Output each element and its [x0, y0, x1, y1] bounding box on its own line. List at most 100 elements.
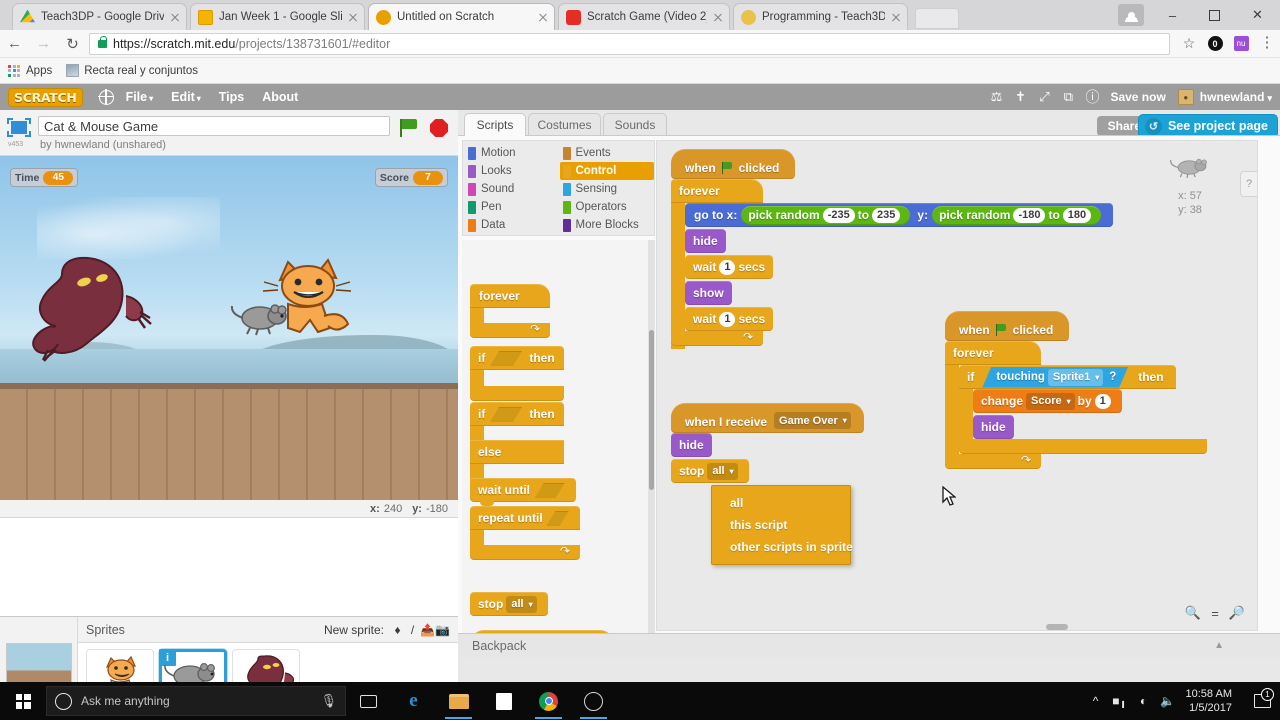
browser-tab-3[interactable]: Scratch Game (Video 2) [558, 3, 730, 30]
help-icon[interactable]: ⓘ [1080, 87, 1104, 107]
palette-scrollbar[interactable] [648, 240, 655, 652]
variable-monitor-score[interactable]: Score 7 [374, 168, 448, 187]
volume-icon[interactable]: 🔈 [1156, 694, 1180, 708]
wait-block-1[interactable]: wait 1 secs [685, 255, 774, 279]
stop-menu-option-this-script[interactable]: this script [712, 514, 850, 536]
palette-category-data[interactable]: Data [465, 216, 560, 234]
taskbar-app-store[interactable] [481, 682, 526, 720]
close-icon[interactable] [711, 10, 725, 24]
palette-category-sound[interactable]: Sound [465, 180, 560, 198]
change-amount-input[interactable]: 1 [1094, 393, 1111, 409]
palette-block-forever[interactable]: forever ↷ [470, 284, 550, 338]
pick-random-from-input[interactable]: -180 [1013, 207, 1046, 223]
action-center-button[interactable]: 1 [1244, 688, 1280, 708]
pick-random-from-input[interactable]: -235 [822, 207, 855, 223]
paint-sprite-icon[interactable]: / [405, 623, 420, 637]
zoom-in-icon[interactable]: 🔎 [1227, 604, 1247, 622]
ifelse-top[interactable]: if then [470, 402, 564, 426]
menu-about[interactable]: About [262, 90, 298, 104]
hide-block-3[interactable]: hide [671, 433, 712, 457]
user-thumbnail[interactable]: ● [1177, 89, 1194, 105]
if-top[interactable]: if then [470, 346, 564, 370]
task-view-button[interactable] [346, 682, 391, 720]
close-icon[interactable] [536, 10, 550, 24]
grow-icon[interactable]: ✝ [1008, 87, 1032, 107]
chrome-menu-button[interactable]: ⋮ [1254, 31, 1280, 57]
taskbar-app-obs[interactable] [571, 682, 616, 720]
wait-seconds-input[interactable]: 1 [719, 311, 736, 327]
close-icon[interactable] [168, 10, 182, 24]
forever-block-2[interactable]: forever if touching Sprite1 ▾ ? then cha… [945, 341, 1207, 469]
pick-random-to-input[interactable]: 235 [872, 207, 901, 223]
script-block-stack-3[interactable]: when I receive Game Over ▾ hide stop all [671, 403, 864, 483]
palette-category-sensing[interactable]: Sensing [560, 180, 655, 198]
palette-block-stop[interactable]: stop all ▾ [470, 592, 548, 616]
new-tab-button[interactable] [915, 8, 959, 29]
tab-scripts[interactable]: Scripts [464, 113, 526, 136]
help-tab-button[interactable]: ? [1240, 171, 1257, 197]
stamp-icon[interactable]: ⚖ [984, 87, 1008, 107]
bookmark-item-0[interactable]: Recta real y conjuntos [66, 64, 198, 77]
palette-category-motion[interactable]: Motion [465, 144, 560, 162]
apps-shortcut[interactable]: Apps [8, 64, 52, 77]
forever-top-1[interactable]: forever [671, 179, 763, 203]
script-canvas[interactable]: x: 57 y: 38 ? when clicked forever go to… [656, 140, 1258, 631]
address-bar[interactable]: https://scratch.mit.edu/projects/1387316… [89, 32, 1170, 55]
fullscreen-expand-icon[interactable]: ⤢ [1032, 87, 1056, 107]
boolean-slot[interactable] [535, 483, 565, 498]
change-variable-block[interactable]: change Score ▾ by 1 [973, 389, 1122, 413]
pick-random-to-input[interactable]: 180 [1062, 207, 1092, 223]
when-green-flag-clicked-hat-2[interactable]: when clicked [945, 311, 1070, 341]
green-flag-icon[interactable] [398, 116, 420, 140]
boolean-slot[interactable] [490, 407, 522, 422]
mouse-sprite[interactable] [230, 296, 292, 336]
microphone-icon[interactable]: 🎙 [320, 693, 337, 709]
small-stage-layout-icon[interactable]: v453 [6, 118, 32, 148]
zoom-reset-icon[interactable]: = [1205, 604, 1225, 622]
stop-sign-icon[interactable] [430, 119, 448, 137]
fullscreen-shrink-icon[interactable]: ⧉ [1056, 87, 1080, 107]
chevron-up-icon[interactable]: ▲ [1214, 640, 1224, 651]
close-icon[interactable] [889, 10, 903, 24]
go-to-xy-block[interactable]: go to x: pick random -235 to 235 y: pick… [685, 203, 1114, 227]
tab-sounds[interactable]: Sounds [603, 113, 667, 135]
pick-random-block-1[interactable]: pick random -235 to 235 [741, 205, 911, 225]
else-row[interactable]: else [470, 440, 564, 464]
if-then-block-2[interactable]: if touching Sprite1 ▾ ? then change Scor… [959, 365, 1207, 454]
choose-sprite-icon[interactable]: ♦ [390, 623, 405, 637]
hide-block-2[interactable]: hide [973, 415, 1014, 439]
back-button[interactable]: ← [0, 30, 29, 58]
ghoul-sprite[interactable] [22, 252, 162, 362]
palette-block-repeat-until[interactable]: repeat until ↷ [470, 506, 580, 560]
palette-category-control[interactable]: Control [559, 162, 654, 180]
if-top-2[interactable]: if touching Sprite1 ▾ ? then [959, 365, 1176, 389]
stage[interactable]: Time 45 Score 7 [0, 156, 458, 500]
extension-badge-button[interactable]: 0 [1202, 31, 1228, 57]
wait-seconds-input[interactable]: 1 [719, 259, 736, 275]
minimize-button[interactable]: ‒ [1150, 0, 1195, 30]
browser-tab-2[interactable]: Untitled on Scratch [368, 3, 555, 30]
touching-target-dropdown[interactable]: Sprite1 ▾ [1048, 369, 1103, 386]
taskbar-app-file-explorer[interactable] [436, 682, 481, 720]
maximize-button[interactable] [1192, 0, 1237, 30]
variable-monitor-time[interactable]: Time 45 [10, 168, 79, 187]
stop-menu-option-all[interactable]: all [712, 492, 850, 514]
boolean-slot[interactable] [547, 511, 569, 526]
wifi-icon[interactable]: ◐ [1132, 694, 1156, 708]
palette-scrollbar-thumb[interactable] [649, 330, 654, 490]
reload-button[interactable]: ↻ [58, 30, 87, 58]
palette-category-pen[interactable]: Pen [465, 198, 560, 216]
extension-purple-button[interactable]: nu [1228, 31, 1254, 57]
repeat-until-top[interactable]: repeat until [470, 506, 580, 530]
chevron-up-icon[interactable]: ^ [1084, 694, 1108, 708]
taskbar-app-chrome[interactable] [526, 682, 571, 720]
pick-random-block-2[interactable]: pick random -180 to 180 [932, 205, 1102, 225]
palette-block-wait-until[interactable]: wait until [470, 478, 576, 506]
when-i-receive-hat[interactable]: when I receive Game Over ▾ [671, 403, 864, 433]
script-block-stack-2[interactable]: when clicked forever if touching Sprite1… [945, 311, 1207, 469]
avatar[interactable] [1118, 4, 1144, 26]
close-window-button[interactable]: ✕ [1235, 0, 1280, 30]
browser-tab-4[interactable]: Programming - Teach3DP [733, 3, 908, 30]
menu-tips[interactable]: Tips [219, 90, 244, 104]
browser-tab-1[interactable]: Jan Week 1 - Google Slides [190, 3, 365, 30]
